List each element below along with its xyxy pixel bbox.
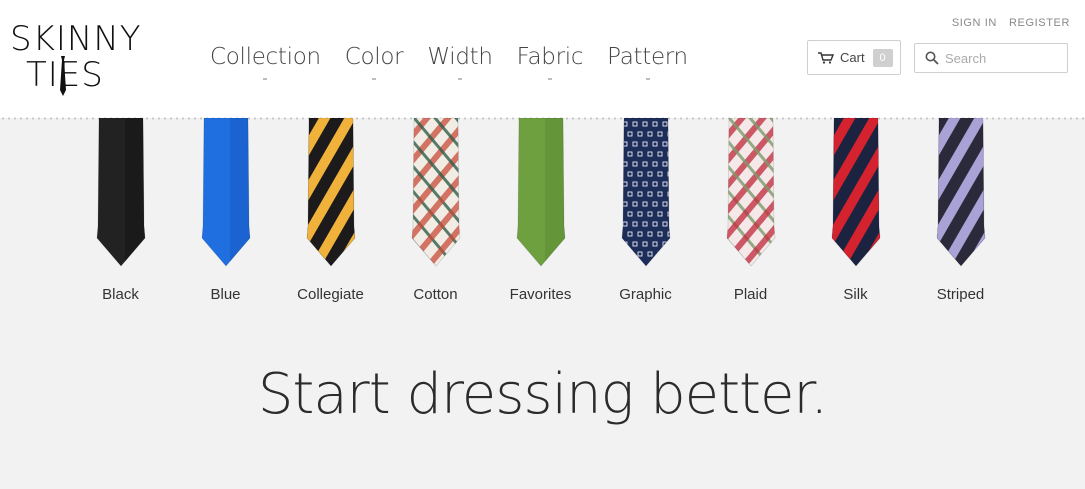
tie-category-label: Black [102,286,139,303]
chevron-down-icon [263,78,268,80]
nav-collection-label: Collection [210,44,321,70]
tie-image [936,118,985,267]
sign-in-link[interactable]: SIGN IN [952,17,997,29]
tie-category-silk[interactable]: Silk [803,118,908,303]
register-link[interactable]: REGISTER [1009,17,1070,29]
logo-tie-icon [60,56,66,96]
tie-category-label: Collegiate [297,286,364,303]
tie-category-graphic[interactable]: Graphic [593,118,698,303]
tie-image [411,118,460,267]
search-icon[interactable] [925,51,939,65]
tie-image [516,118,565,267]
cart-button[interactable]: Cart 0 [807,40,901,75]
chevron-down-icon [547,78,552,80]
nav-color[interactable]: Color [344,44,404,80]
nav-fabric[interactable]: Fabric [516,44,584,80]
tie-category-plaid[interactable]: Plaid [698,118,803,303]
chevron-down-icon [645,78,650,80]
chevron-down-icon [457,78,462,80]
nav-color-label: Color [344,44,404,70]
tie-image [201,118,250,267]
cart-count-badge: 0 [872,48,893,67]
site-header: SKINNY TIES Collection Color Width Fabric Pa… [0,0,1085,118]
chevron-down-icon [372,78,377,80]
search-input[interactable] [945,50,1063,66]
tie-category-label: Plaid [733,286,768,303]
tie-category-label: Graphic [619,286,672,303]
cart-icon [818,51,834,64]
logo-text-line-1: SKINNY [10,19,142,59]
tie-category-striped[interactable]: Striped [908,118,1013,303]
tie-image [96,118,145,267]
tie-category-label: Silk [843,286,868,303]
tie-category-label: Cotton [413,286,458,303]
tie-category-collegiate[interactable]: Collegiate [278,118,383,303]
nav-fabric-label: Fabric [516,44,584,70]
nav-width[interactable]: Width [427,44,493,80]
skinny-ties-logo[interactable]: SKINNY TIES [10,19,142,96]
tie-category-blue[interactable]: Blue [173,118,278,303]
main-nav: Collection Color Width Fabric Pattern [210,44,712,80]
tie-image [726,118,775,267]
nav-pattern-label: Pattern [607,44,688,70]
cart-label: Cart [840,50,865,65]
account-links: SIGN IN REGISTER [952,17,1070,29]
tie-category-label: Striped [936,286,985,303]
tie-category-favorites[interactable]: Favorites [488,118,593,303]
tie-category-black[interactable]: Black [68,118,173,303]
tie-category-label: Blue [210,286,241,303]
nav-collection[interactable]: Collection [210,44,321,80]
nav-pattern[interactable]: Pattern [607,44,688,80]
tie-category-cotton[interactable]: Cotton [383,118,488,303]
search-box[interactable] [914,43,1068,73]
tie-image [306,118,355,267]
tie-category-row: Black Blue Collegiate Cotton Favorites Graphi… [68,118,1013,303]
tie-image [831,118,880,267]
tie-category-label: Favorites [509,286,572,303]
nav-width-label: Width [427,44,493,70]
tagline-heading: Start dressing better. [257,362,828,427]
tie-image [621,118,670,267]
